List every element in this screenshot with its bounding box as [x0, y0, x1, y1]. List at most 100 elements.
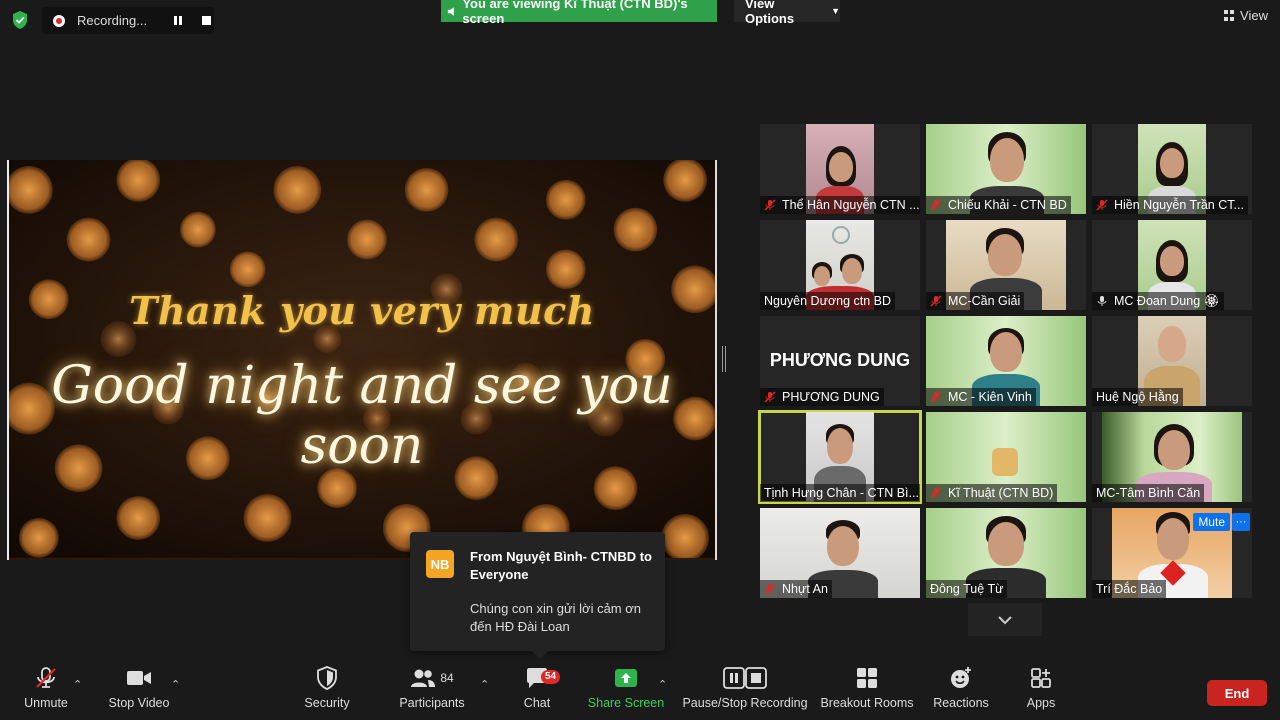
- good-night-text: Good night and see you soon: [51, 356, 673, 476]
- participants-count: 84: [440, 671, 454, 685]
- participant-name-text: Nhựt An: [782, 582, 828, 596]
- muted-mic-icon: [1096, 199, 1108, 211]
- mute-participant-button[interactable]: Mute: [1193, 513, 1230, 531]
- participant-tile[interactable]: MC - Kiên Vinh: [926, 316, 1086, 406]
- participants-label: Participants: [399, 696, 465, 710]
- video-options-caret[interactable]: ⌃: [171, 678, 180, 691]
- thank-you-text: Thank you very much: [129, 288, 595, 333]
- participant-name: Nguyên Dương ctn BD: [760, 292, 896, 310]
- security-button[interactable]: Security: [304, 660, 350, 720]
- pause-stop-recording-button[interactable]: Pause/Stop Recording: [682, 660, 808, 720]
- muted-mic-icon: [930, 295, 942, 307]
- participant-tile[interactable]: Kĩ Thuật (CTN BD): [926, 412, 1086, 502]
- unmute-button[interactable]: Unmute: [22, 660, 70, 720]
- participant-name-text: Huệ Ngộ Hằng: [1096, 390, 1179, 404]
- participant-tile[interactable]: Thể Hân Nguyễn CTN ...: [760, 124, 920, 214]
- apps-label: Apps: [1026, 696, 1056, 710]
- pause-stop-recording-icon: [723, 667, 767, 689]
- participants-button[interactable]: 84 Participants: [398, 660, 466, 720]
- active-speaker-tile[interactable]: Tịnh Hưng Chân - CTN Bì...: [758, 410, 922, 504]
- stop-video-label: Stop Video: [108, 696, 170, 710]
- participants-options-caret[interactable]: ⌃: [480, 678, 489, 691]
- pause-recording-button[interactable]: [171, 14, 185, 28]
- reactions-label: Reactions: [933, 696, 989, 710]
- participant-name: Trí Đắc Bảo: [1092, 580, 1167, 598]
- participant-tile[interactable]: Hiền Nguyễn Trần CT...: [1092, 124, 1252, 214]
- participant-name-text: Đông Tuệ Từ: [930, 582, 1004, 596]
- more-options-button[interactable]: ···: [1232, 513, 1250, 531]
- reactions-button[interactable]: Reactions: [933, 660, 989, 720]
- chat-button[interactable]: Chat: [522, 660, 552, 720]
- shared-screen[interactable]: Thank you very much Good night and see y…: [7, 160, 717, 560]
- participant-name: Kĩ Thuật (CTN BD): [926, 484, 1058, 502]
- participant-name-text: MC Đoan Dung 🏵: [1114, 293, 1220, 308]
- share-options-caret[interactable]: ⌃: [658, 678, 667, 691]
- meeting-toolbar: Unmute ⌃ Stop Video ⌃ Security 84 Partic…: [0, 660, 1280, 720]
- chat-unread-badge: 54: [541, 670, 561, 684]
- chat-notification[interactable]: NB From Nguyệt Bình- CTNBD to Everyone C…: [410, 532, 665, 659]
- participant-name-text: Chiếu Khải - CTN BD: [948, 198, 1067, 212]
- pause-stop-recording-label: Pause/Stop Recording: [682, 696, 808, 710]
- participant-name: PHƯƠNG DUNG: [760, 388, 884, 406]
- stop-recording-button[interactable]: [199, 14, 213, 28]
- recording-label: Recording...: [77, 13, 148, 28]
- participant-name: MC-Tâm Bình Căn: [1092, 484, 1205, 502]
- participant-name-text: MC-Cần Giải: [948, 294, 1021, 308]
- share-screen-button[interactable]: Share Screen: [587, 660, 665, 720]
- viewing-screen-text: You are viewing Kĩ Thuật (CTN BD)'s scre…: [462, 0, 688, 26]
- encryption-shield-icon[interactable]: [10, 10, 30, 30]
- chevron-down-icon: [998, 615, 1012, 624]
- participant-name-text: Tịnh Hưng Chân - CTN Bì...: [764, 486, 919, 500]
- next-page-button[interactable]: [968, 603, 1042, 636]
- participant-tile[interactable]: Chiếu Khải - CTN BD: [926, 124, 1086, 214]
- share-screen-icon: [615, 669, 637, 687]
- breakout-rooms-icon: [857, 668, 877, 688]
- shield-icon: [317, 666, 337, 690]
- participant-name-text: Trí Đắc Bảo: [1096, 582, 1163, 596]
- recording-dot-icon: [53, 14, 65, 27]
- share-screen-label: Share Screen: [587, 696, 665, 710]
- participant-name-display: PHƯƠNG DUNG: [769, 350, 911, 370]
- participant-name: Chiếu Khải - CTN BD: [926, 196, 1071, 214]
- apps-icon: [1031, 668, 1051, 688]
- end-meeting-button[interactable]: End: [1207, 680, 1267, 706]
- participant-name: Thể Hân Nguyễn CTN ...: [760, 196, 920, 214]
- chat-label: Chat: [523, 696, 551, 710]
- zoom-meeting-window: Recording... You are viewing Kĩ Thuật (C…: [0, 0, 1280, 720]
- security-label: Security: [304, 696, 350, 710]
- view-button[interactable]: View: [1224, 8, 1268, 23]
- participant-tile[interactable]: MC-Tâm Bình Căn: [1092, 412, 1252, 502]
- stop-video-button[interactable]: Stop Video: [108, 660, 170, 720]
- participant-tile[interactable]: Huệ Ngộ Hằng: [1092, 316, 1252, 406]
- split-view-handle[interactable]: [722, 346, 726, 372]
- apps-button[interactable]: Apps: [1025, 660, 1057, 720]
- muted-mic-icon: [764, 391, 776, 403]
- participant-tile[interactable]: Đông Tuệ Từ: [926, 508, 1086, 598]
- muted-mic-icon: [930, 199, 942, 211]
- muted-mic-icon: [764, 583, 776, 595]
- unmute-label: Unmute: [24, 696, 68, 710]
- participant-tile[interactable]: Mute ··· Trí Đắc Bảo: [1092, 508, 1252, 598]
- participant-name: MC-Cần Giải: [926, 292, 1025, 310]
- participant-name: MC - Kiên Vinh: [926, 388, 1036, 406]
- participant-tile[interactable]: PHƯƠNG DUNG PHƯƠNG DUNG: [760, 316, 920, 406]
- view-label: View: [1240, 8, 1268, 23]
- participant-tile[interactable]: Nguyên Dương ctn BD: [760, 220, 920, 310]
- participant-tile[interactable]: Nhựt An: [760, 508, 920, 598]
- muted-mic-icon: [764, 199, 776, 211]
- participant-name: Nhựt An: [760, 580, 832, 598]
- participant-name-text: PHƯƠNG DUNG: [782, 390, 880, 404]
- view-options-dropdown[interactable]: View Options ▼: [734, 0, 840, 26]
- participant-tile[interactable]: MC Đoan Dung 🏵: [1092, 220, 1252, 310]
- participant-name-text: MC-Tâm Bình Căn: [1096, 486, 1201, 500]
- chevron-down-icon: ▼: [831, 6, 840, 16]
- participant-name: Đông Tuệ Từ: [926, 580, 1008, 598]
- viewing-screen-banner: You are viewing Kĩ Thuật (CTN BD)'s scre…: [441, 0, 717, 26]
- participant-name-text: Hiền Nguyễn Trần CT...: [1114, 198, 1244, 212]
- breakout-rooms-button[interactable]: Breakout Rooms: [820, 660, 914, 720]
- participant-tile[interactable]: MC-Cần Giải: [926, 220, 1086, 310]
- unmuted-mic-icon: [1097, 296, 1107, 306]
- participant-name: Tịnh Hưng Chân - CTN Bì...: [760, 484, 920, 502]
- speaker-icon: [447, 6, 454, 16]
- audio-options-caret[interactable]: ⌃: [73, 678, 82, 691]
